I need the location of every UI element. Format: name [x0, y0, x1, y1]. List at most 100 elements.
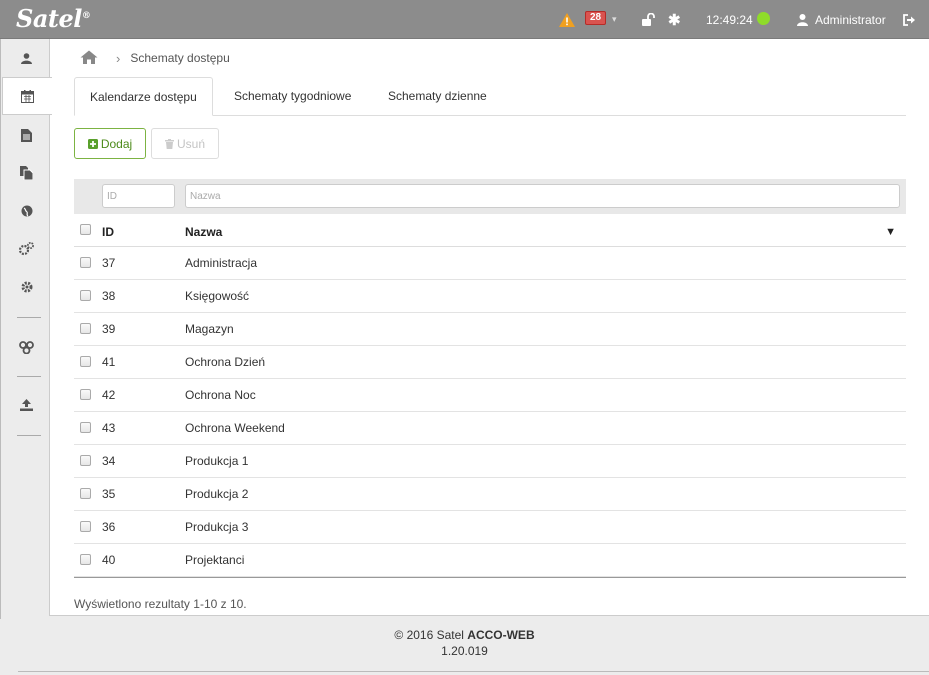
document-icon [21, 128, 32, 142]
data-table: ID Nazwa ▼ 37 Administracja 38 Księgowość 39… [74, 217, 906, 578]
alarm-count-badge[interactable]: 28 [585, 11, 607, 25]
version-text: 1.20.019 [441, 644, 488, 658]
tab-daily-schemes[interactable]: Schematy dzienne [373, 77, 502, 116]
row-name[interactable]: Księgowość [185, 289, 249, 303]
table-row[interactable]: 37 Administracja [74, 247, 906, 280]
breadcrumb: › Schematy dostępu [80, 50, 230, 66]
network-icon [19, 340, 34, 354]
row-id: 36 [102, 520, 116, 534]
plus-square-icon [87, 138, 98, 149]
filter-bar [74, 179, 906, 214]
row-id: 39 [102, 322, 116, 336]
user-icon[interactable] [797, 0, 808, 39]
trash-icon [164, 138, 174, 149]
row-checkbox[interactable] [80, 389, 91, 400]
row-checkbox[interactable] [80, 488, 91, 499]
table-row[interactable]: 41 Ochrona Dzień [74, 346, 906, 379]
unlock-icon[interactable] [642, 0, 656, 39]
delete-button-label: Usuń [176, 136, 205, 151]
chevron-down-icon[interactable]: ▾ [612, 0, 617, 39]
main-panel: › Schematy dostępu Kalendarze dostępu Sc… [49, 39, 929, 616]
sort-desc-icon[interactable]: ▼ [885, 226, 896, 238]
sidebar-divider [17, 376, 41, 377]
sidebar [0, 39, 52, 619]
table-bottom-border [74, 577, 906, 578]
tab-weekly-schemes[interactable]: Schematy tygodniowe [219, 77, 366, 116]
copyright-text: © 2016 Satel [394, 628, 468, 642]
table-row[interactable]: 38 Księgowość [74, 280, 906, 313]
tab-access-calendars[interactable]: Kalendarze dostępu [74, 77, 213, 116]
delete-button[interactable]: Usuń [151, 128, 219, 159]
product-name: ACCO-WEB [467, 628, 535, 642]
sidebar-item-users[interactable] [2, 39, 51, 77]
tab-bar: Kalendarze dostępu Schematy tygodniowe S… [74, 77, 906, 116]
globe-icon [21, 205, 32, 217]
table-header-row: ID Nazwa ▼ [74, 217, 906, 247]
name-filter-input[interactable] [185, 184, 900, 208]
row-checkbox[interactable] [80, 257, 91, 268]
result-count: Wyświetlono rezultaty 1-10 z 10. [74, 597, 247, 611]
select-all-checkbox[interactable] [80, 224, 91, 235]
clock-time: 12:49:24 [706, 12, 753, 27]
add-button-label: Dodaj [100, 136, 133, 151]
row-checkbox[interactable] [80, 422, 91, 433]
sidebar-divider [17, 435, 41, 436]
row-name[interactable]: Produkcja 3 [185, 520, 248, 534]
documents-icon [20, 166, 33, 180]
table-row[interactable]: 36 Produkcja 3 [74, 511, 906, 544]
row-name[interactable]: Ochrona Noc [185, 388, 256, 402]
row-id: 42 [102, 388, 116, 402]
row-name[interactable]: Ochrona Weekend [185, 421, 285, 435]
add-button[interactable]: Dodaj [74, 128, 146, 159]
table-row[interactable]: 43 Ochrona Weekend [74, 412, 906, 445]
table-row[interactable]: 39 Magazyn [74, 313, 906, 346]
column-header-name[interactable]: Nazwa [185, 225, 222, 239]
table-body: 37 Administracja 38 Księgowość 39 Magazyn 41 Oc… [74, 247, 906, 577]
breadcrumb-separator: › [116, 50, 121, 66]
row-name[interactable]: Produkcja 2 [185, 487, 248, 501]
footer: © 2016 Satel ACCO-WEB 1.20.019 [0, 628, 929, 660]
row-name[interactable]: Produkcja 1 [185, 454, 248, 468]
row-name[interactable]: Ochrona Dzień [185, 355, 265, 369]
warning-icon[interactable] [559, 0, 575, 39]
table-row[interactable]: 40 Projektanci [74, 544, 906, 577]
connection-status-indicator [757, 12, 770, 25]
logout-icon[interactable] [903, 0, 916, 39]
row-id: 35 [102, 487, 116, 501]
row-name[interactable]: Magazyn [185, 322, 234, 336]
sidebar-item-network[interactable] [2, 192, 51, 230]
home-icon[interactable] [80, 50, 98, 67]
row-checkbox[interactable] [80, 323, 91, 334]
row-checkbox[interactable] [80, 290, 91, 301]
sidebar-item-settings[interactable] [2, 268, 51, 306]
upload-icon [20, 399, 33, 411]
sidebar-item-documents[interactable] [2, 116, 51, 154]
table-row[interactable]: 42 Ochrona Noc [74, 379, 906, 412]
sidebar-item-copies[interactable] [2, 154, 51, 192]
id-filter-input[interactable] [102, 184, 175, 208]
gear-icon [21, 281, 32, 293]
table-row[interactable]: 34 Produkcja 1 [74, 445, 906, 478]
row-checkbox[interactable] [80, 521, 91, 532]
row-id: 43 [102, 421, 116, 435]
sidebar-item-calendars[interactable] [2, 77, 52, 115]
row-checkbox[interactable] [80, 455, 91, 466]
sidebar-item-upload[interactable] [2, 386, 51, 424]
row-id: 34 [102, 454, 116, 468]
user-icon [21, 52, 32, 64]
sidebar-item-integration[interactable] [2, 328, 51, 366]
row-id: 41 [102, 355, 116, 369]
row-checkbox[interactable] [80, 356, 91, 367]
sidebar-item-configuration[interactable] [2, 230, 51, 268]
asterisk-icon[interactable]: ✱ [668, 0, 681, 39]
row-checkbox[interactable] [80, 554, 91, 565]
user-name[interactable]: Administrator [815, 0, 886, 39]
satel-logo[interactable]: Satel® [16, 4, 91, 33]
bottom-divider [18, 671, 929, 672]
column-header-id[interactable]: ID [102, 225, 114, 239]
table-row[interactable]: 35 Produkcja 2 [74, 478, 906, 511]
row-name[interactable]: Administracja [185, 256, 257, 270]
row-id: 40 [102, 553, 116, 567]
row-name[interactable]: Projektanci [185, 553, 244, 567]
row-id: 38 [102, 289, 116, 303]
